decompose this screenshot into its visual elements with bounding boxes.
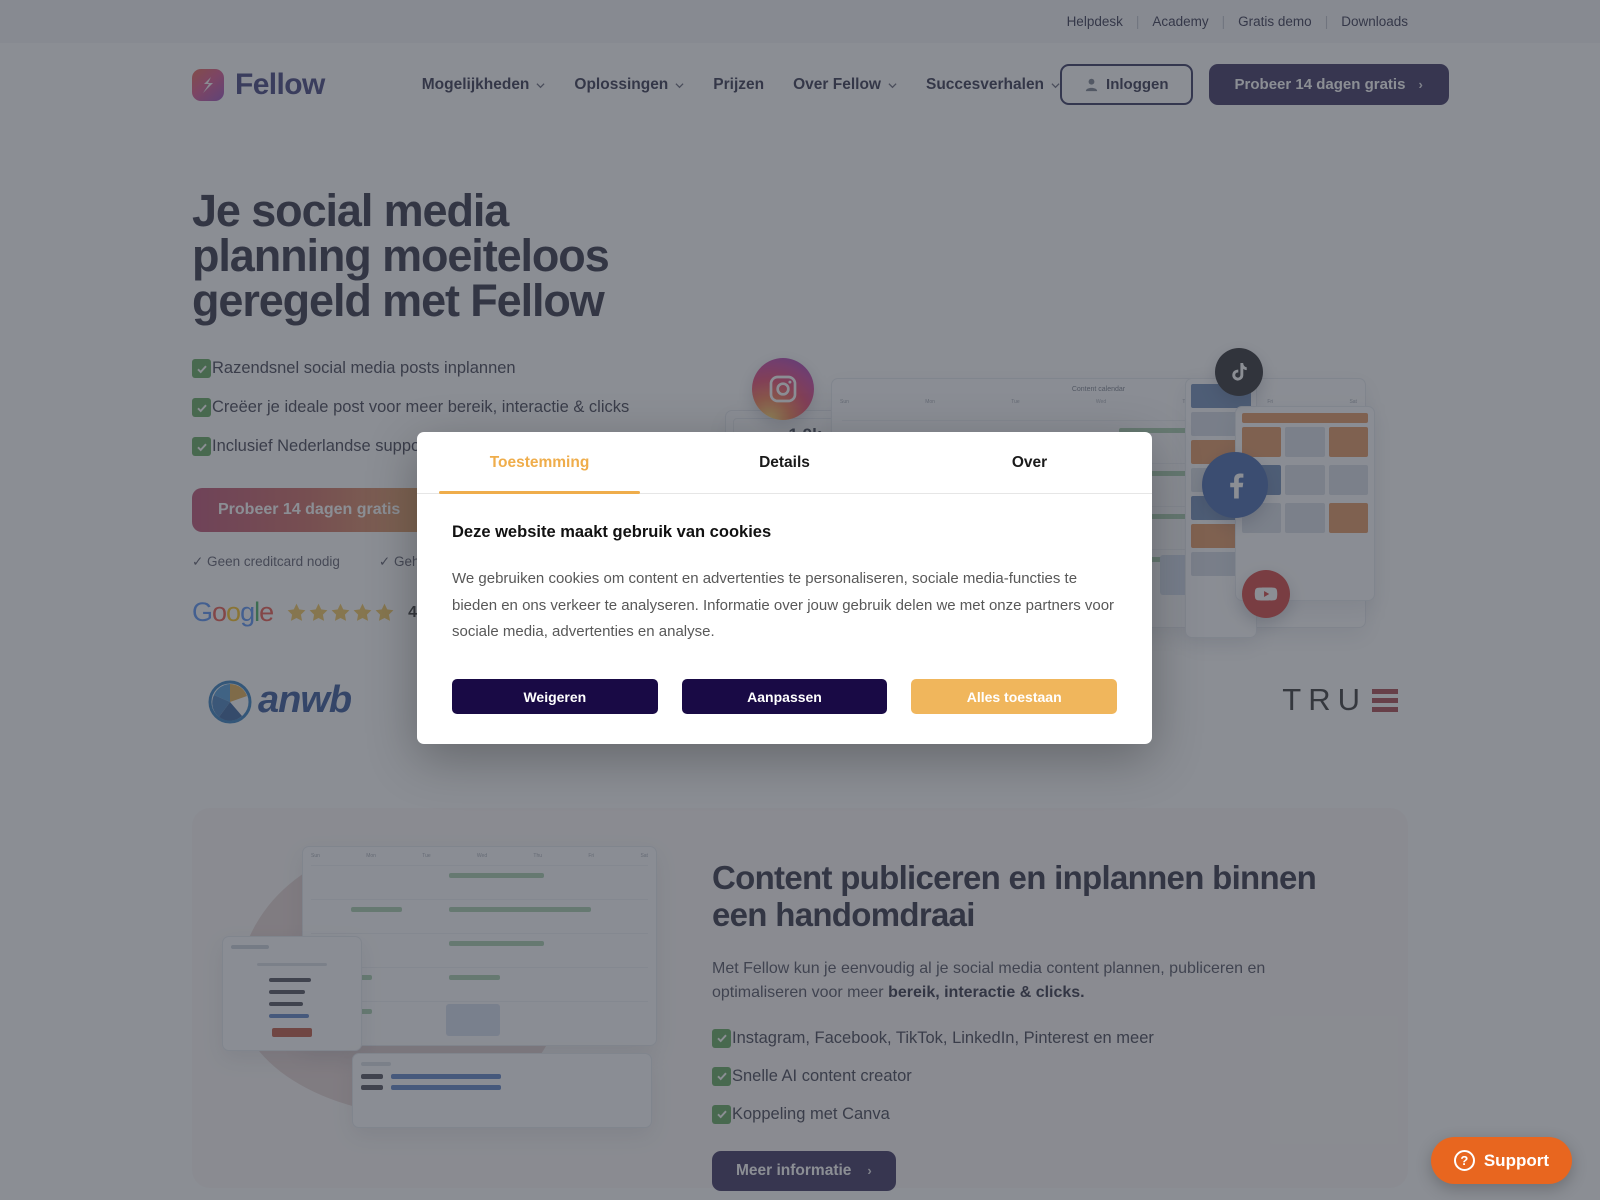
cookie-consent-modal: Toestemming Details Over Deze website ma… bbox=[417, 432, 1152, 744]
tab-over[interactable]: Over bbox=[907, 432, 1152, 493]
question-mark-icon: ? bbox=[1453, 1150, 1475, 1171]
tab-details[interactable]: Details bbox=[662, 432, 907, 493]
modal-actions: Weigeren Aanpassen Alles toestaan bbox=[417, 679, 1152, 744]
tab-label: Over bbox=[1011, 453, 1048, 471]
modal-heading: Deze website maakt gebruik van cookies bbox=[452, 523, 772, 541]
modal-tab-bar: Toestemming Details Over bbox=[417, 432, 1152, 494]
accept-all-cookies-button[interactable]: Alles toestaan bbox=[911, 679, 1118, 714]
modal-paragraph: We gebruiken cookies om content en adver… bbox=[452, 570, 1115, 641]
customize-cookies-button[interactable]: Aanpassen bbox=[681, 679, 888, 714]
modal-body: Deze website maakt gebruik van cookies W… bbox=[417, 494, 1152, 679]
reject-cookies-button[interactable]: Weigeren bbox=[452, 679, 658, 714]
support-widget-button[interactable]: ? Support bbox=[1430, 1137, 1572, 1184]
tab-label: Toestemming bbox=[489, 453, 590, 471]
tab-toestemming[interactable]: Toestemming bbox=[417, 432, 662, 494]
support-label: Support bbox=[1483, 1150, 1549, 1170]
tab-label: Details bbox=[759, 453, 810, 471]
